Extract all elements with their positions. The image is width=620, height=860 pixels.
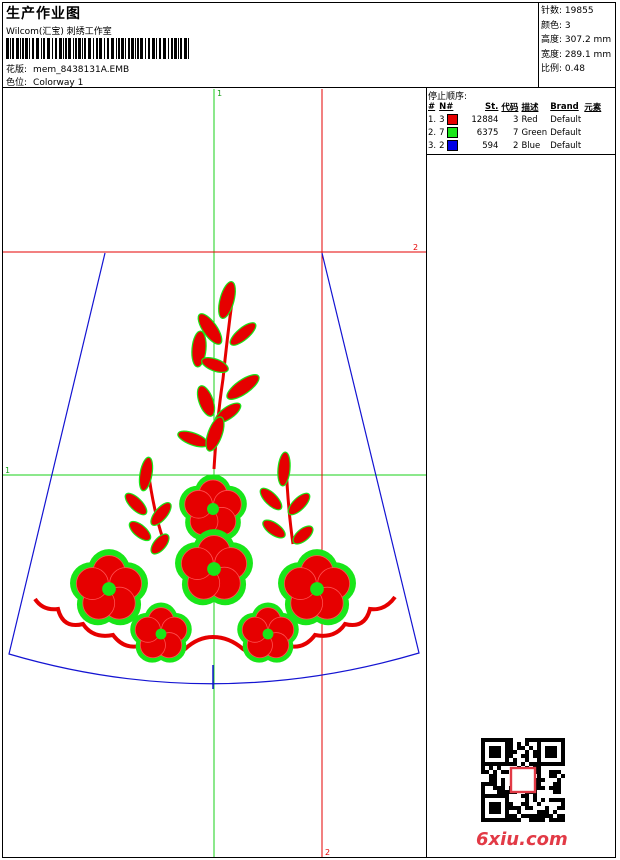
row-stitches: 6375: [476, 127, 499, 138]
row-index: 1.: [428, 114, 437, 125]
studio-subtitle: Wilcom(汇宝) 刺绣工作室: [6, 27, 112, 37]
row-index: 2.: [428, 127, 437, 138]
design-width: 宽度: 289.1 mm: [541, 49, 612, 60]
row-desc: Blue: [521, 140, 541, 151]
flower: [278, 549, 356, 626]
guide-label-right: 2: [413, 243, 418, 252]
color-count: 颜色: 3: [541, 20, 571, 31]
design-scale: 比例: 0.48: [541, 64, 585, 74]
stats-divider: [538, 2, 539, 88]
col-element: 元素: [584, 103, 602, 113]
color-table: # N# St. 代码 描述 Brand 元素 1. 3 12884 3 Red Def…: [428, 101, 604, 152]
row-code: 7: [513, 127, 519, 138]
row-stitches: 594: [482, 140, 499, 151]
stats-panel: 针数: 19855 颜色: 3 高度: 307.2 mm 宽度: 289.1 m…: [541, 4, 611, 77]
design-value: mem_8438131A.EMB: [33, 65, 130, 75]
color-swatch: [447, 127, 459, 138]
row-needle: 2: [439, 139, 471, 152]
flower: [175, 529, 253, 606]
header-divider: [2, 87, 616, 88]
col-brand: Brand: [550, 102, 579, 112]
row-brand: Default: [550, 127, 582, 138]
design-height: 高度: 307.2 mm: [541, 35, 612, 45]
flower: [70, 549, 148, 626]
row-stitches: 12884: [471, 114, 499, 125]
row-code: 3: [513, 114, 519, 125]
sidebar-divider: [426, 88, 427, 858]
col-desc: 描述: [521, 103, 539, 113]
col-code: 代码: [501, 103, 519, 113]
table-divider: [426, 154, 616, 155]
row-code: 2: [513, 140, 519, 151]
design-label: 花版:: [6, 65, 28, 75]
colorway-value: Colorway 1: [33, 78, 84, 88]
qr-code: [481, 738, 565, 822]
col-index: #: [428, 102, 436, 112]
stitch-count: 针数: 19855: [541, 6, 594, 16]
row-needle: 3: [439, 113, 471, 126]
color-row: 2. 7 6375 7 Green Default: [428, 126, 604, 139]
watermark-logo: 6xiu.com: [476, 829, 568, 850]
row-brand: Default: [550, 114, 582, 125]
guide-label-left: 1: [5, 466, 10, 475]
page-title: 生产作业图: [6, 6, 81, 22]
col-needle: N#: [439, 102, 454, 112]
guide-label-bottom: 2: [325, 848, 330, 857]
color-swatch: [447, 140, 459, 151]
colorway-label: 色位:: [6, 78, 28, 88]
color-row: 3. 2 594 2 Blue Default: [428, 139, 604, 152]
design-canvas: 1 1 2 2: [3, 89, 426, 857]
col-stitches: St.: [485, 102, 499, 112]
row-index: 3.: [428, 140, 437, 151]
guide-label-top: 1: [217, 89, 222, 98]
color-swatch: [447, 114, 459, 125]
row-needle: 7: [439, 126, 471, 139]
color-table-header: # N# St. 代码 描述 Brand 元素: [428, 101, 604, 113]
colorway-line: 色位: Colorway 1: [6, 75, 83, 88]
design-line: 花版: mem_8438131A.EMB: [6, 62, 129, 75]
barcode: [6, 38, 189, 59]
row-brand: Default: [550, 140, 582, 151]
color-row: 1. 3 12884 3 Red Default: [428, 113, 604, 126]
row-desc: Green: [521, 127, 548, 138]
row-desc: Red: [521, 114, 538, 125]
